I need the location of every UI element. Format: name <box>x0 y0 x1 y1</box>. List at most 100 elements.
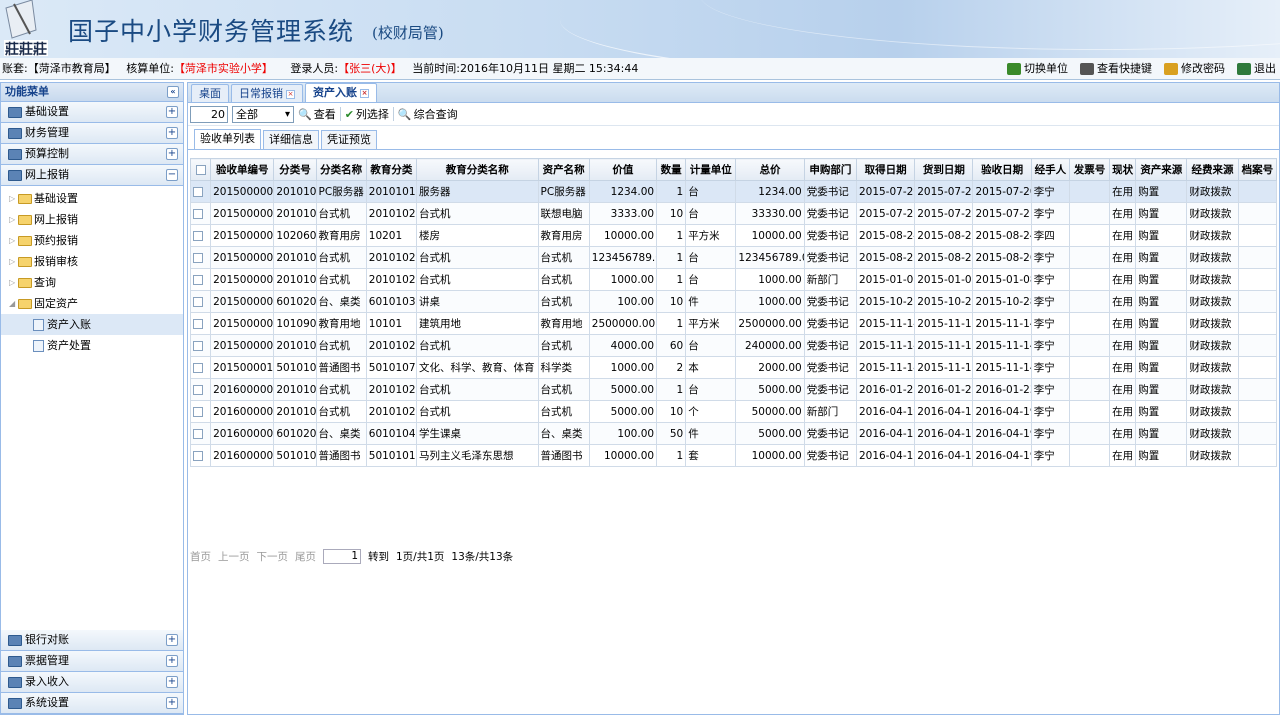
checkbox-icon[interactable] <box>193 252 203 263</box>
next-page-link[interactable]: 下一页 <box>257 549 289 564</box>
arrow-icon[interactable]: ▷ <box>9 272 15 293</box>
collapse-icon[interactable]: « <box>167 86 179 98</box>
row-checkbox[interactable] <box>189 422 212 445</box>
table-row[interactable]: 20160000022010104台式机2010102台式机台式机5000.00… <box>189 400 1278 423</box>
checkbox-icon[interactable] <box>193 428 203 439</box>
column-header[interactable]: 分类名称 <box>315 158 367 181</box>
arrow-icon[interactable]: ▷ <box>9 251 15 272</box>
column-header[interactable]: 现状 <box>1109 158 1137 181</box>
column-header[interactable]: 经手人 <box>1030 158 1070 181</box>
table-row[interactable]: 20150000081010901教育用地10101建筑用地教育用地250000… <box>189 312 1278 335</box>
menu-section[interactable]: 系统设置 + <box>1 693 183 714</box>
arrow-icon[interactable]: ▷ <box>9 188 15 209</box>
menu-section[interactable]: 录入收入 + <box>1 672 183 693</box>
row-checkbox[interactable] <box>189 444 212 467</box>
tree-node[interactable]: ▷ 查询 <box>1 272 183 293</box>
table-row[interactable]: 20150000052010104台式机2010102台式机台式机1000.00… <box>189 268 1278 291</box>
expand-icon[interactable]: + <box>166 676 178 688</box>
row-checkbox[interactable] <box>189 378 212 401</box>
checkbox-icon[interactable] <box>193 362 203 373</box>
expand-icon[interactable]: + <box>166 697 178 709</box>
table-row[interactable]: 20150000076010200台、桌类6010103讲桌台式机100.001… <box>189 290 1278 313</box>
table-row[interactable]: 20150000031020601教育用房10201楼房教育用房10000.00… <box>189 224 1278 247</box>
checkbox-icon[interactable] <box>193 186 203 197</box>
table-row[interactable]: 20150000022010104台式机2010102台式机联想电脑3333.0… <box>189 202 1278 225</box>
tree-node[interactable]: ▷ 基础设置 <box>1 188 183 209</box>
expand-icon[interactable]: + <box>166 655 178 667</box>
subtab[interactable]: 详细信息 <box>263 130 319 149</box>
advanced-query-button[interactable]: 🔍 综合查询 <box>398 106 458 122</box>
tree-node[interactable]: ◢ 固定资产 <box>1 293 183 314</box>
search-button[interactable]: 🔍 查看 <box>298 106 336 122</box>
menu-section[interactable]: 预算控制 + <box>1 144 183 165</box>
close-icon[interactable]: × <box>360 89 369 98</box>
goto-button[interactable]: 转到 <box>368 549 389 564</box>
row-checkbox[interactable] <box>189 290 212 313</box>
column-header[interactable]: 价值 <box>588 158 658 181</box>
menu-section[interactable]: 基础设置 + <box>1 102 183 123</box>
table-row[interactable]: 20150000092010104台式机2010102台式机台式机4000.00… <box>189 334 1278 357</box>
first-page-link[interactable]: 首页 <box>190 549 211 564</box>
prev-page-link[interactable]: 上一页 <box>218 549 250 564</box>
table-row[interactable]: 20160000036010200台、桌类6010104学生课桌台、桌类100.… <box>189 422 1278 445</box>
row-checkbox[interactable] <box>189 180 212 203</box>
expand-icon[interactable]: + <box>166 127 178 139</box>
column-header[interactable]: 验收单编号 <box>210 158 275 181</box>
expand-icon[interactable]: + <box>166 634 178 646</box>
arrow-icon[interactable]: ◢ <box>9 293 15 314</box>
tree-node[interactable]: ▷ 报销审核 <box>1 251 183 272</box>
checkbox-icon[interactable] <box>193 208 203 219</box>
row-checkbox[interactable] <box>189 356 212 379</box>
arrow-icon[interactable]: ▷ <box>9 209 15 230</box>
tool-switch[interactable]: 切换单位 <box>1007 58 1068 79</box>
menu-section[interactable]: 财务管理 + <box>1 123 183 144</box>
column-header[interactable]: 经费来源 <box>1186 158 1239 181</box>
row-checkbox[interactable] <box>189 224 212 247</box>
checkbox-icon[interactable] <box>193 450 203 461</box>
expand-icon[interactable]: − <box>166 169 178 181</box>
expand-icon[interactable]: + <box>166 106 178 118</box>
tool-exit[interactable]: 退出 <box>1237 58 1276 79</box>
table-row[interactable]: 20160000045010101普通图书5010101马列主义毛泽东思想普通图… <box>189 444 1278 467</box>
tool-key[interactable]: 修改密码 <box>1164 58 1225 79</box>
checkbox-icon[interactable] <box>193 406 203 417</box>
page-size-input[interactable]: 20 <box>190 105 228 123</box>
page-number-input[interactable]: 1 <box>323 548 361 564</box>
tab[interactable]: 资产入账 × <box>305 83 377 102</box>
tree-leaf[interactable]: 资产处置 <box>1 335 183 356</box>
row-checkbox[interactable] <box>189 400 212 423</box>
row-checkbox[interactable] <box>189 268 212 291</box>
column-header[interactable]: 申购部门 <box>803 158 857 181</box>
checkbox-icon[interactable] <box>193 296 203 307</box>
select-all-checkbox[interactable] <box>189 158 212 181</box>
column-header[interactable]: 教育分类名称 <box>415 158 539 181</box>
table-row[interactable]: 20150000042010104台式机2010102台式机台式机1234567… <box>189 246 1278 269</box>
column-header[interactable]: 计量单位 <box>685 158 737 181</box>
menu-section[interactable]: 银行对账 + <box>1 630 183 651</box>
column-header[interactable]: 验收日期 <box>972 158 1032 181</box>
checkbox-icon[interactable] <box>193 274 203 285</box>
row-checkbox[interactable] <box>189 312 212 335</box>
column-header[interactable]: 分类号 <box>273 158 317 181</box>
table-row[interactable]: 20150000012010103PC服务器2010101服务器PC服务器123… <box>189 180 1278 203</box>
column-header[interactable]: 总价 <box>735 158 805 181</box>
subtab[interactable]: 凭证预览 <box>321 130 377 149</box>
column-header[interactable]: 教育分类 <box>365 158 417 181</box>
filter-select[interactable]: 全部 <box>232 105 294 123</box>
menu-section[interactable]: 网上报销 − <box>1 165 183 186</box>
menu-section[interactable]: 票据管理 + <box>1 651 183 672</box>
last-page-link[interactable]: 尾页 <box>295 549 316 564</box>
column-select-button[interactable]: ✔ 列选择 <box>345 106 389 122</box>
column-header[interactable]: 档案号 <box>1237 158 1278 181</box>
column-header[interactable]: 数量 <box>656 158 687 181</box>
table-row[interactable]: 20160000012010104台式机2010102台式机台式机5000.00… <box>189 378 1278 401</box>
subtab[interactable]: 验收单列表 <box>194 129 261 149</box>
tree-node[interactable]: ▷ 预约报销 <box>1 230 183 251</box>
tab[interactable]: 日常报销 × <box>231 84 303 102</box>
checkbox-icon[interactable] <box>193 384 203 395</box>
column-header[interactable]: 资产来源 <box>1135 158 1188 181</box>
column-header[interactable]: 取得日期 <box>855 158 916 181</box>
row-checkbox[interactable] <box>189 202 212 225</box>
checkbox-icon[interactable] <box>193 318 203 329</box>
arrow-icon[interactable]: ▷ <box>9 230 15 251</box>
